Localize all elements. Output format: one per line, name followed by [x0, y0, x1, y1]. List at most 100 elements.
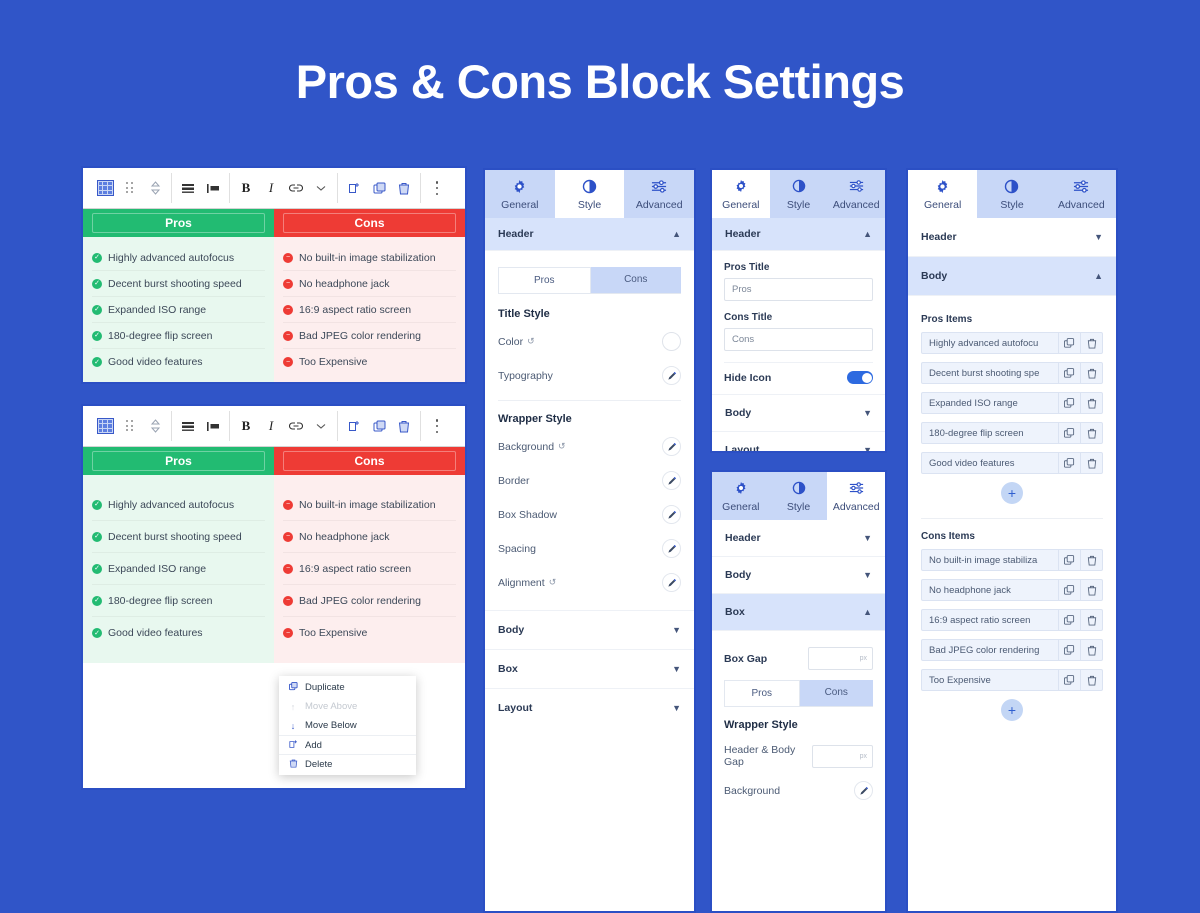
duplicate-icon[interactable]: [1058, 670, 1080, 690]
duplicate-icon[interactable]: [1058, 393, 1080, 413]
accordion-header-layout[interactable]: Layout ▼: [712, 432, 885, 451]
add-cons-item-button[interactable]: +: [1001, 699, 1023, 721]
subtab-cons[interactable]: Cons: [799, 680, 873, 706]
item-name-input[interactable]: Bad JPEG color rendering: [922, 640, 1058, 660]
list-item[interactable]: − No built-in image stabilization: [283, 245, 456, 271]
table-grid-icon[interactable]: [96, 417, 114, 435]
accordion-header-body[interactable]: Body ▲: [908, 257, 1116, 296]
table-grid-icon[interactable]: [96, 179, 114, 197]
align-center-icon[interactable]: [179, 179, 197, 197]
bold-icon[interactable]: B: [237, 179, 255, 197]
tab-general[interactable]: General: [712, 472, 770, 520]
link-icon[interactable]: [287, 417, 305, 435]
tab-style[interactable]: Style: [977, 170, 1046, 218]
cons-title-input[interactable]: Cons: [724, 328, 873, 351]
drag-handle-icon[interactable]: [121, 417, 139, 435]
duplicate-icon[interactable]: [1058, 423, 1080, 443]
trash-icon[interactable]: [1080, 640, 1102, 660]
duplicate-icon[interactable]: [370, 179, 388, 197]
trash-icon[interactable]: [1080, 333, 1102, 353]
list-item[interactable]: 16:9 aspect ratio screen: [921, 609, 1103, 631]
edit-pencil-icon[interactable]: [854, 781, 873, 800]
context-menu-item-duplicate[interactable]: Duplicate: [279, 678, 416, 697]
edit-pencil-icon[interactable]: [662, 471, 681, 490]
list-item[interactable]: ✓ 180-degree flip screen: [92, 323, 265, 349]
accordion-header-header[interactable]: Header ▲: [712, 218, 885, 251]
duplicate-icon[interactable]: [1058, 580, 1080, 600]
accordion-header-body[interactable]: Body ▼: [712, 394, 885, 432]
color-swatch[interactable]: [662, 332, 681, 351]
tab-advanced[interactable]: Advanced: [1047, 170, 1116, 218]
trash-icon[interactable]: [1080, 610, 1102, 630]
cons-header-1[interactable]: Cons: [274, 209, 465, 237]
list-item[interactable]: − Too Expensive: [283, 617, 456, 649]
subtab-pros[interactable]: Pros: [498, 267, 591, 293]
list-item[interactable]: Highly advanced autofocu: [921, 332, 1103, 354]
duplicate-icon[interactable]: [1058, 550, 1080, 570]
accordion-header-header[interactable]: Header ▼: [908, 218, 1116, 257]
more-options-icon[interactable]: [428, 417, 446, 435]
list-item[interactable]: 180-degree flip screen: [921, 422, 1103, 444]
list-item[interactable]: Too Expensive: [921, 669, 1103, 691]
tab-style[interactable]: Style: [554, 170, 625, 218]
list-item[interactable]: − No built-in image stabilization: [283, 489, 456, 521]
item-name-input[interactable]: No built-in image stabiliza: [922, 550, 1058, 570]
add-icon[interactable]: [345, 417, 363, 435]
list-item[interactable]: −16:9 aspect ratio screen: [283, 553, 456, 585]
add-icon[interactable]: [345, 179, 363, 197]
move-updown-icon[interactable]: [146, 417, 164, 435]
list-item[interactable]: ✓ Expanded ISO range: [92, 553, 265, 585]
box-gap-input[interactable]: px: [808, 647, 873, 670]
list-item[interactable]: ✓ Good video features: [92, 349, 265, 375]
trash-icon[interactable]: [1080, 393, 1102, 413]
list-item[interactable]: No built-in image stabiliza: [921, 549, 1103, 571]
tab-style[interactable]: Style: [770, 170, 828, 218]
chevron-down-icon[interactable]: [312, 417, 330, 435]
list-item[interactable]: Bad JPEG color rendering: [921, 639, 1103, 661]
list-item[interactable]: ✓ Good video features: [92, 617, 265, 649]
list-item[interactable]: ✓ Decent burst shooting speed: [92, 271, 265, 297]
duplicate-icon[interactable]: [1058, 363, 1080, 383]
trash-icon[interactable]: [1080, 550, 1102, 570]
pros-header-2[interactable]: Pros: [83, 447, 274, 475]
tab-advanced[interactable]: Advanced: [624, 170, 694, 218]
drag-handle-icon[interactable]: [121, 179, 139, 197]
list-item[interactable]: Expanded ISO range: [921, 392, 1103, 414]
list-item[interactable]: −16:9 aspect ratio screen: [283, 297, 456, 323]
hide-icon-toggle[interactable]: [847, 371, 873, 384]
reset-icon[interactable]: ↺: [527, 336, 535, 347]
tab-general[interactable]: General: [712, 170, 770, 218]
delete-icon[interactable]: [395, 417, 413, 435]
list-item[interactable]: ✓ 180-degree flip screen: [92, 585, 265, 617]
align-left-icon[interactable]: [204, 417, 222, 435]
item-name-input[interactable]: Highly advanced autofocu: [922, 333, 1058, 353]
delete-icon[interactable]: [395, 179, 413, 197]
accordion-header-body[interactable]: Body ▼: [712, 557, 885, 594]
reset-icon[interactable]: ↺: [558, 441, 566, 452]
italic-icon[interactable]: I: [262, 179, 280, 197]
item-name-input[interactable]: Good video features: [922, 453, 1058, 473]
edit-pencil-icon[interactable]: [662, 505, 681, 524]
link-icon[interactable]: [287, 179, 305, 197]
tab-advanced[interactable]: Advanced: [827, 170, 885, 218]
duplicate-icon[interactable]: [1058, 610, 1080, 630]
edit-pencil-icon[interactable]: [662, 366, 681, 385]
trash-icon[interactable]: [1080, 580, 1102, 600]
add-pros-item-button[interactable]: +: [1001, 482, 1023, 504]
item-name-input[interactable]: Decent burst shooting spe: [922, 363, 1058, 383]
list-item[interactable]: No headphone jack: [921, 579, 1103, 601]
more-options-icon[interactable]: [428, 179, 446, 197]
tab-general[interactable]: General: [908, 170, 978, 218]
edit-pencil-icon[interactable]: [662, 539, 681, 558]
pros-header-1[interactable]: Pros: [83, 209, 274, 237]
list-item[interactable]: ✓ Highly advanced autofocus: [92, 245, 265, 271]
bold-icon[interactable]: B: [237, 417, 255, 435]
cons-header-2[interactable]: Cons: [274, 447, 465, 475]
tab-style[interactable]: Style: [770, 472, 828, 520]
tab-advanced[interactable]: Advanced: [827, 472, 885, 520]
reset-icon[interactable]: ↺: [549, 577, 557, 588]
item-name-input[interactable]: Expanded ISO range: [922, 393, 1058, 413]
accordion-header-box[interactable]: Box ▼: [485, 650, 694, 689]
move-updown-icon[interactable]: [146, 179, 164, 197]
duplicate-icon[interactable]: [1058, 640, 1080, 660]
